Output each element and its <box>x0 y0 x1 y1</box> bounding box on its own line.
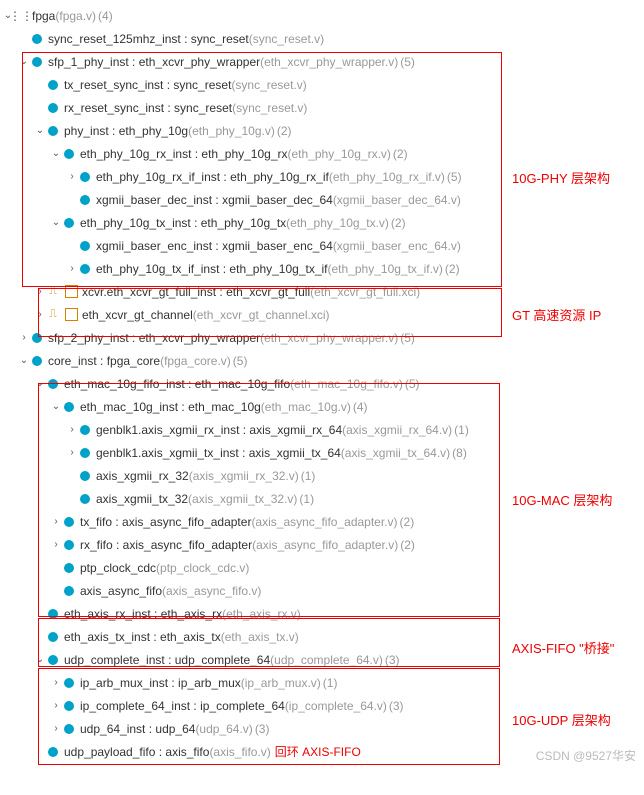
box-udp <box>38 668 500 765</box>
instance-name: core_inst : fpga_core <box>48 354 160 368</box>
box-mac <box>38 383 500 617</box>
watermark: CSDN @9527华安 <box>536 747 636 764</box>
label-udp: 10G-UDP 层架构 <box>512 710 611 729</box>
module-icon <box>30 32 44 46</box>
box-gt <box>38 288 502 337</box>
hierarchy-icon: ⋮⋮ <box>14 9 28 23</box>
tree-row[interactable]: sync_reset_125mhz_inst : sync_reset (syn… <box>2 27 642 50</box>
label-gt: GT 高速资源 IP <box>512 305 601 324</box>
expand-arrow-icon[interactable]: › <box>18 332 30 343</box>
box-axis <box>38 618 500 667</box>
module-icon <box>30 354 44 368</box>
file-name: (sync_reset.v) <box>249 32 324 46</box>
file-name: (fpga.v) <box>55 9 96 23</box>
instance-name: fpga <box>32 9 55 23</box>
child-count: (5) <box>233 354 248 368</box>
child-count: (4) <box>98 9 113 23</box>
instance-name: sync_reset_125mhz_inst : sync_reset <box>48 32 249 46</box>
label-mac: 10G-MAC 层架构 <box>512 490 612 509</box>
tree-row[interactable]: ⌄ core_inst : fpga_core (fpga_core.v) (5) <box>2 349 642 372</box>
label-axis: AXIS-FIFO "桥接" <box>512 638 614 657</box>
label-phy: 10G-PHY 层架构 <box>512 168 610 187</box>
expand-arrow-icon[interactable]: ⌄ <box>18 355 30 366</box>
tree-row[interactable]: ⌄⋮⋮fpga (fpga.v) (4) <box>2 4 642 27</box>
file-name: (fpga_core.v) <box>160 354 231 368</box>
box-phy <box>22 52 502 287</box>
